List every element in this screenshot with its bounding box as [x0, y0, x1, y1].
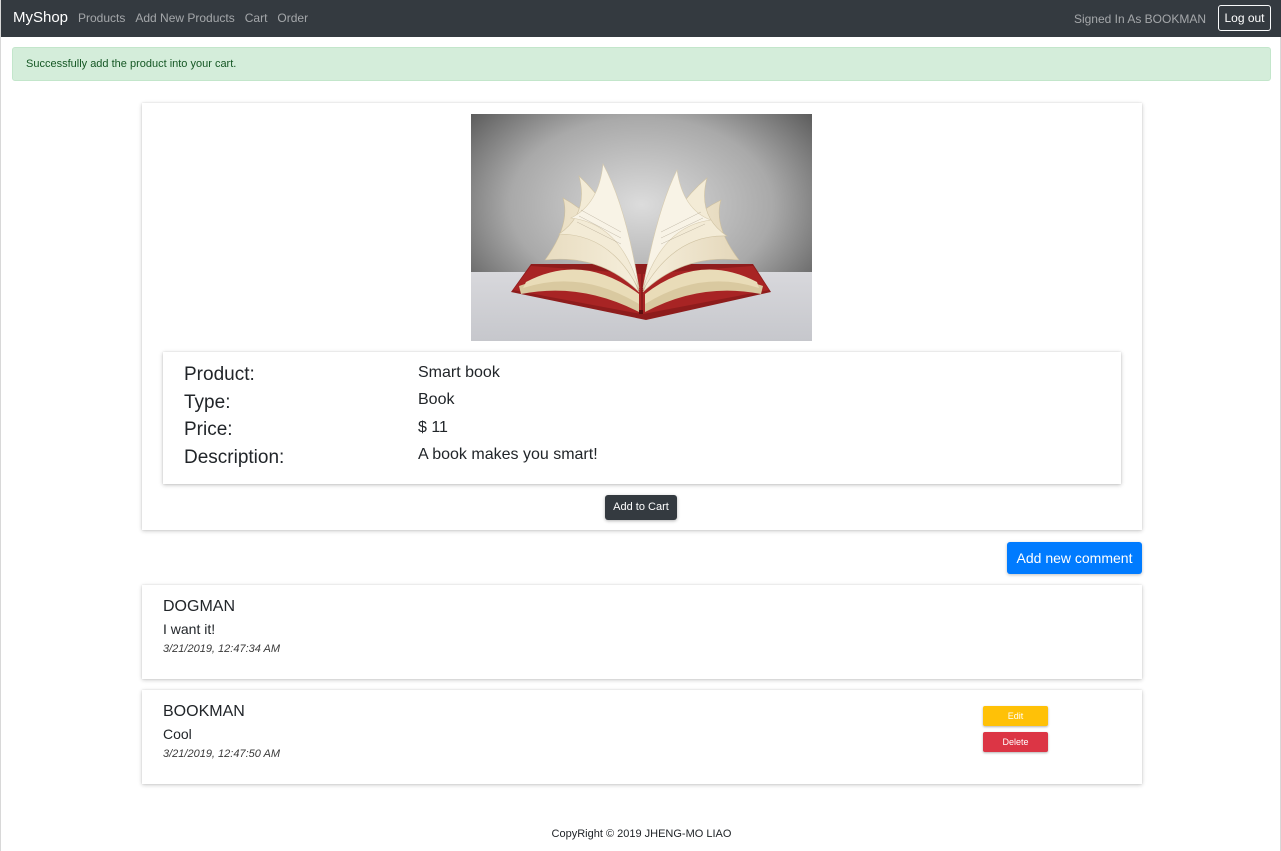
type-label: Type:: [184, 392, 231, 413]
navbar: MyShop Products Add New Products Cart Or…: [1, 0, 1281, 37]
nav-links: Products Add New Products Cart Order: [78, 11, 318, 25]
nav-link-add-new-products[interactable]: Add New Products: [135, 11, 234, 25]
price-label: Price:: [184, 419, 233, 440]
logout-button[interactable]: Log out: [1218, 5, 1271, 31]
comment-timestamp: 3/21/2019, 12:47:50 AM: [163, 748, 281, 760]
add-new-comment-button[interactable]: Add new comment: [1007, 542, 1142, 574]
delete-comment-button[interactable]: Delete: [983, 732, 1048, 752]
brand-link[interactable]: MyShop: [13, 9, 68, 27]
footer-copyright: CopyRight © 2019 JHENG-MO LIAO: [551, 828, 732, 840]
comment-author: DOGMAN: [163, 598, 235, 615]
type-value: Book: [418, 391, 455, 408]
comment-card: BOOKMAN Cool 3/21/2019, 12:47:50 AM Edit…: [142, 690, 1142, 784]
nav-link-cart[interactable]: Cart: [245, 11, 268, 25]
signed-in-status: Signed In As BOOKMAN: [1073, 12, 1206, 26]
comment-text: Cool: [163, 726, 192, 742]
edit-comment-button[interactable]: Edit: [983, 706, 1048, 726]
description-value: A book makes you smart!: [418, 446, 598, 463]
nav-link-products[interactable]: Products: [78, 11, 125, 25]
nav-link-order[interactable]: Order: [277, 11, 308, 25]
add-to-cart-button[interactable]: Add to Cart: [605, 495, 677, 520]
product-details: Product: Smart book Type: Book Price: $ …: [163, 352, 1121, 484]
product-card: Product: Smart book Type: Book Price: $ …: [142, 103, 1142, 530]
comment-card: DOGMAN I want it! 3/21/2019, 12:47:34 AM: [142, 585, 1142, 679]
description-label: Description:: [184, 447, 285, 468]
product-label: Product:: [184, 364, 255, 385]
success-alert: Successfully add the product into your c…: [12, 47, 1271, 81]
comment-author: BOOKMAN: [163, 703, 245, 720]
product-image: [471, 114, 812, 341]
product-name-value: Smart book: [418, 364, 500, 381]
comment-timestamp: 3/21/2019, 12:47:34 AM: [163, 643, 281, 655]
page: MyShop Products Add New Products Cart Or…: [0, 0, 1281, 851]
price-value: $ 11: [418, 419, 448, 436]
comment-text: I want it!: [163, 621, 216, 637]
